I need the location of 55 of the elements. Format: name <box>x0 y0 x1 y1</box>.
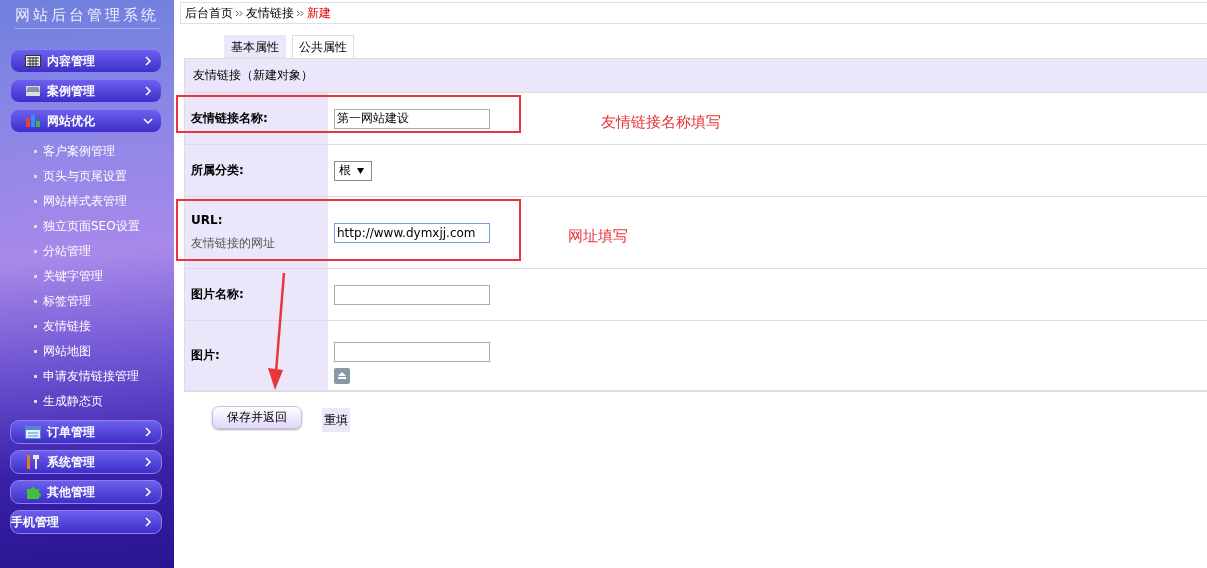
field-label: 图片: <box>191 347 221 364</box>
bullet-icon <box>34 250 37 253</box>
bullet-icon <box>34 275 37 278</box>
breadcrumb-link[interactable]: 后台首页 <box>185 4 233 22</box>
breadcrumb-link[interactable]: 友情链接 <box>246 4 294 22</box>
save-button[interactable]: 保存并返回 <box>212 405 302 429</box>
bullet-icon <box>34 150 37 153</box>
separator-icon <box>236 9 243 17</box>
menu-button[interactable]: 其他管理 <box>10 480 162 504</box>
reset-button[interactable]: 重填 <box>322 408 350 432</box>
bullet-icon <box>34 400 37 403</box>
tools-icon <box>25 455 41 469</box>
bullet-icon <box>34 200 37 203</box>
menu-button[interactable]: 系统管理 <box>10 450 162 474</box>
dropdown-arrow-icon <box>357 167 364 174</box>
submenu-link[interactable]: 标签管理 <box>43 293 91 310</box>
field-label: URL: <box>191 213 224 227</box>
text-field[interactable] <box>334 284 490 305</box>
upload-icon[interactable] <box>334 367 350 384</box>
submenu-link[interactable]: 友情链接 <box>43 318 91 335</box>
file-field[interactable] <box>334 341 490 362</box>
bullet-icon <box>34 350 37 353</box>
dropdown[interactable]: 根 <box>334 160 372 181</box>
grid-icon <box>25 55 41 67</box>
separator-icon <box>297 9 304 17</box>
bullet-icon <box>34 300 37 303</box>
tab[interactable]: 基本属性 <box>224 35 286 58</box>
menu-button[interactable]: 网站优化 <box>10 109 162 133</box>
submenu-link[interactable]: 生成静态页 <box>43 393 103 410</box>
puzzle-icon <box>25 485 41 499</box>
field-label: 所属分类: <box>191 162 245 179</box>
bar-chart-icon <box>25 115 41 127</box>
bullet-icon <box>34 225 37 228</box>
bullet-icon <box>34 375 37 378</box>
tray-icon <box>25 85 41 97</box>
tab[interactable]: 公共属性 <box>292 35 354 58</box>
breadcrumb-current: 新建 <box>307 4 331 22</box>
menu-button[interactable]: 内容管理 <box>10 49 162 73</box>
section-header: 友情链接（新建对象） <box>185 59 1207 93</box>
menu-button[interactable]: 案例管理 <box>10 79 162 103</box>
field-hint: 友情链接的网址 <box>191 235 276 252</box>
menu-button[interactable]: 手机管理 <box>10 510 162 534</box>
text-field[interactable]: 第一网站建设 <box>334 108 490 129</box>
bullet-icon <box>34 325 37 328</box>
bullet-icon <box>34 175 37 178</box>
field-label: 友情链接名称: <box>191 110 269 127</box>
annotation-note: 网址填写 <box>568 227 628 246</box>
field-label: 图片名称: <box>191 286 245 303</box>
annotation-note: 友情链接名称填写 <box>601 113 721 132</box>
submenu-link[interactable]: 网站地图 <box>43 343 91 360</box>
menu-button[interactable]: 订单管理 <box>10 420 162 444</box>
window-icon <box>25 425 41 439</box>
submenu-link[interactable]: 申请友情链接管理 <box>43 368 139 385</box>
sidebar-title: 网站后台管理系统 <box>14 0 160 29</box>
text-field[interactable]: http://www.dymxjj.com <box>334 222 490 243</box>
